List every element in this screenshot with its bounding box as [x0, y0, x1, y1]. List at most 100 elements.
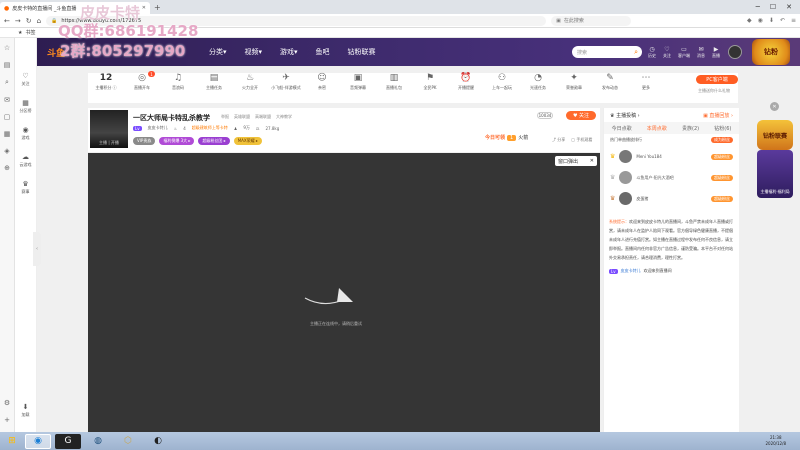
- header-client[interactable]: ▭ 客户端: [678, 46, 690, 59]
- tool-speed-task[interactable]: ◔ 光速任务: [520, 73, 556, 91]
- list-item[interactable]: ♛ 皮蛋猪 超级粉丝: [604, 188, 739, 209]
- tool-gift-pack[interactable]: ▥ 直播礼包: [376, 73, 412, 91]
- tab-noble[interactable]: 贵族(2): [682, 125, 699, 132]
- tag-report[interactable]: 举报: [221, 114, 229, 120]
- menu-icon[interactable]: ≡: [791, 17, 796, 24]
- tool-anchor-task[interactable]: ▤ 主播任务: [196, 73, 232, 91]
- search-icon[interactable]: ⌕: [5, 78, 9, 87]
- header-follow[interactable]: ♡ 关注: [663, 46, 671, 59]
- tool-play-together[interactable]: ⚇ 上车一起玩: [484, 73, 520, 91]
- anchor-post-link[interactable]: ♛ 主播投稿 ›: [610, 112, 640, 119]
- taskbar-app-circle-icon[interactable]: ◍: [85, 434, 111, 449]
- game-icon[interactable]: ◉: [758, 17, 763, 24]
- forward-icon[interactable]: →: [15, 17, 21, 25]
- user-avatar[interactable]: [728, 45, 742, 59]
- badge-max[interactable]: MAX荣耀 ▸: [233, 137, 262, 145]
- star-icon[interactable]: ☆: [4, 44, 10, 52]
- rocket-rank[interactable]: 今日可领 1 火箭: [485, 134, 528, 141]
- tag-high[interactable]: 高端联盟: [255, 114, 271, 120]
- bag-icon[interactable]: ◈: [4, 147, 9, 155]
- header-promo-banner[interactable]: 钻粉: [752, 39, 790, 65]
- video-player[interactable]: [88, 153, 600, 432]
- maximize-icon[interactable]: ☐: [770, 3, 776, 11]
- menu-fishbar[interactable]: 鱼吧: [316, 47, 330, 57]
- minimize-icon[interactable]: ─: [756, 3, 760, 11]
- streamer-name[interactable]: 皮皮卡特儿: [148, 125, 168, 131]
- tag-teach[interactable]: 大神教学: [276, 114, 292, 120]
- popout-close-icon[interactable]: ✕: [590, 158, 594, 164]
- undo-icon[interactable]: ↶: [780, 17, 785, 24]
- tool-anchor-score[interactable]: 12 主播积分 ⓘ: [88, 73, 124, 91]
- tool-post[interactable]: ✎ 发布动态: [592, 73, 628, 91]
- taskbar-lol-icon[interactable]: ⬡: [115, 434, 141, 449]
- float-promo-banner[interactable]: 钻粉联赛: [757, 120, 793, 150]
- note-icon[interactable]: ▢: [4, 113, 11, 121]
- tool-live-car[interactable]: ◎ 直播开车: [124, 73, 160, 91]
- tab-week[interactable]: 本周点歌: [647, 125, 667, 132]
- shop-icon[interactable]: ▦: [4, 130, 11, 138]
- tool-live-reminder[interactable]: ⏰ 开播提醒: [448, 73, 484, 91]
- header-history[interactable]: ◷ 历史: [648, 46, 656, 59]
- menu-video[interactable]: 视频▾: [245, 47, 263, 57]
- replay-link[interactable]: ▣ 直播回放 ›: [703, 112, 733, 119]
- settings-icon[interactable]: ⚙: [4, 399, 10, 407]
- header-live[interactable]: ▶ 直播: [712, 46, 720, 59]
- badge-welfare[interactable]: 福利倒爆 3大 ▸: [159, 137, 195, 145]
- mail-icon[interactable]: ✉: [4, 96, 10, 104]
- taskbar-obs-icon[interactable]: ◐: [145, 434, 171, 449]
- badge-vip[interactable]: VIP贵族: [133, 137, 156, 145]
- share-button[interactable]: ⤴ 分享: [552, 137, 565, 143]
- downloads-icon[interactable]: ⬇: [769, 17, 774, 24]
- tool-intimacy[interactable]: ☺ 亲密: [304, 73, 340, 91]
- tab-close-icon[interactable]: ✕: [142, 5, 146, 11]
- home-icon[interactable]: ⌂: [37, 17, 41, 25]
- nav-item-esports[interactable]: ♛ 赛事: [22, 180, 30, 195]
- reader-icon[interactable]: ▤: [4, 61, 11, 69]
- tool-sound-wave[interactable]: ♫ 音浪码: [160, 73, 196, 91]
- float-character-banner[interactable]: 主播福利·福利局: [757, 150, 793, 198]
- nav-collapse-handle[interactable]: ‹: [33, 232, 41, 266]
- windows-start-icon[interactable]: ⊞: [3, 434, 21, 449]
- follow-button[interactable]: ♥ 关注: [566, 111, 596, 120]
- menu-league[interactable]: 钻粉联赛: [348, 47, 376, 57]
- tool-more[interactable]: ⋯ 更多: [628, 73, 664, 91]
- search-icon[interactable]: ⌕: [634, 48, 642, 57]
- nav-item-cloud-game[interactable]: ☁ 云游戏: [20, 153, 32, 168]
- list-item[interactable]: ♛ 斗鱼用户·阳光大酒吧 超级粉丝: [604, 167, 739, 188]
- tag-lol[interactable]: 英雄联盟: [234, 114, 250, 120]
- bookmark-label[interactable]: 书签: [25, 29, 35, 36]
- site-search-input[interactable]: 搜索 ⌕: [572, 46, 642, 58]
- nav-item-category[interactable]: ▦ 分区榜: [20, 99, 32, 114]
- tool-spaceship[interactable]: ✈ 小飞船-伴游模式: [268, 73, 304, 91]
- menu-game[interactable]: 游戏▾: [280, 47, 298, 57]
- menu-category[interactable]: 分类▾: [209, 47, 227, 57]
- nav-item-game[interactable]: ◉ 游戏: [22, 126, 30, 141]
- add-icon[interactable]: +: [4, 416, 10, 424]
- tool-firepower[interactable]: ♨ 火力全开: [232, 73, 268, 91]
- welcome-user[interactable]: 皮皮卡特儿: [621, 268, 641, 274]
- tab-today[interactable]: 今日点歌: [612, 125, 632, 132]
- list-item[interactable]: ♛ Meni You184 超级粉丝: [604, 146, 739, 167]
- popout-window-button[interactable]: 窗口弹出 ✕: [555, 156, 597, 166]
- nav-item-load[interactable]: ⬇ 加载: [22, 403, 30, 418]
- taskbar-browser-icon[interactable]: ◉: [25, 433, 51, 449]
- tool-medal[interactable]: ✦ 荣誉勋章: [556, 73, 592, 91]
- header-messages[interactable]: ✉ 消息: [697, 46, 705, 59]
- streamer-thumbnail[interactable]: 主播 | 开播: [90, 110, 128, 148]
- tool-pk[interactable]: ⚑ 全民PK: [412, 73, 448, 91]
- tab-diamond[interactable]: 钻粉(6): [714, 125, 731, 132]
- pc-client-button[interactable]: PC客户端: [696, 75, 738, 84]
- tool-audio-danmu[interactable]: ▣ 音频弹幕: [340, 73, 376, 91]
- become-fan-button[interactable]: 成为粉丝: [711, 137, 733, 143]
- browser-search-input[interactable]: ▣ 在此搜索: [551, 15, 632, 26]
- new-tab-button[interactable]: +: [154, 3, 161, 12]
- nav-item-follow[interactable]: ♡ 关注: [22, 72, 30, 87]
- cart-icon[interactable]: ⊕: [4, 164, 10, 172]
- extension-icon[interactable]: ◆: [747, 17, 752, 24]
- refresh-icon[interactable]: ↻: [26, 17, 32, 25]
- mobile-watch-button[interactable]: ▢ 手机观看: [571, 137, 592, 143]
- badge-fans[interactable]: 超级粉丝团 ▸: [198, 137, 230, 145]
- float-close-icon[interactable]: ✕: [770, 102, 779, 111]
- taskbar-app-g-icon[interactable]: G: [55, 433, 81, 449]
- close-icon[interactable]: ✕: [786, 3, 792, 11]
